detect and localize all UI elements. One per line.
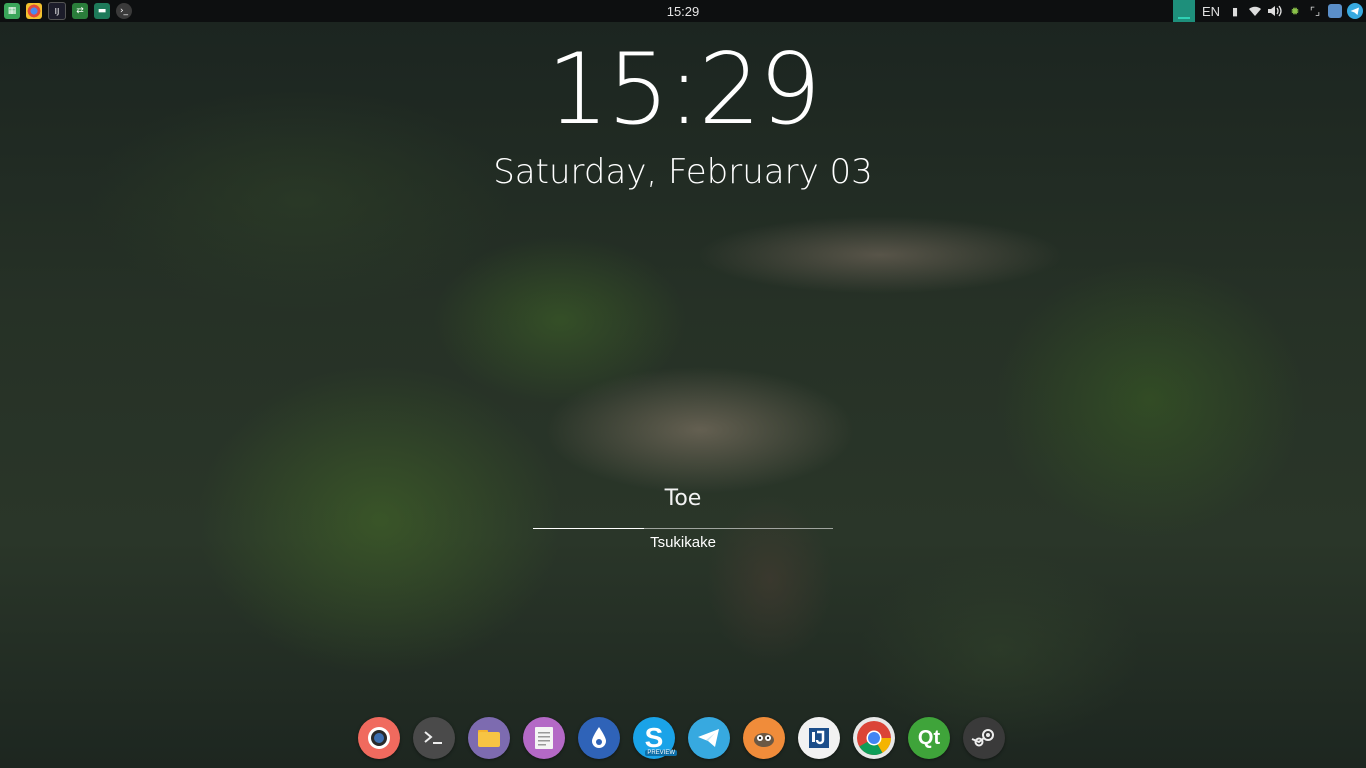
- top-panel: ▦ IJ ⇄ ▬ ›_ 15:29 EN ▮ ✹ ⌜⌟: [0, 0, 1366, 22]
- screenshot-app-icon[interactable]: [358, 717, 400, 759]
- steam-app-icon[interactable]: [963, 717, 1005, 759]
- system-tray: EN ▮ ✹ ⌜⌟: [1172, 0, 1366, 22]
- panel-launchers: ▦ IJ ⇄ ▬ ›_: [0, 2, 132, 20]
- files-icon[interactable]: ▬: [94, 3, 110, 19]
- password-progress: [533, 528, 644, 529]
- volume-icon[interactable]: [1267, 3, 1283, 19]
- jetbrains-app-icon[interactable]: [798, 717, 840, 759]
- lockscreen-date: Saturday, February 03: [493, 152, 873, 192]
- files-app-icon[interactable]: [468, 717, 510, 759]
- active-workspace-indicator[interactable]: [1172, 0, 1195, 22]
- lockscreen-time: 15:29: [546, 33, 821, 147]
- clipboard-icon[interactable]: ▮: [1227, 3, 1243, 19]
- notes-icon[interactable]: [1327, 3, 1343, 19]
- panel-clock[interactable]: 15:29: [667, 4, 700, 19]
- chrome-app-icon[interactable]: [853, 717, 895, 759]
- host-name: Tsukikake: [650, 534, 716, 551]
- calculator-icon[interactable]: ▦: [4, 3, 20, 19]
- drop-app-icon[interactable]: [578, 717, 620, 759]
- qt-app-icon[interactable]: Qt: [908, 717, 950, 759]
- keyboard-layout[interactable]: EN: [1202, 4, 1220, 19]
- user-name[interactable]: Toe: [0, 486, 1366, 511]
- telegram-app-icon[interactable]: [688, 717, 730, 759]
- terminal-app-icon[interactable]: [413, 717, 455, 759]
- jetbrains-icon[interactable]: IJ: [48, 2, 66, 20]
- telegram-icon[interactable]: [1347, 3, 1363, 19]
- screenshot-icon[interactable]: ⌜⌟: [1307, 3, 1323, 19]
- qt-label: Qt: [917, 726, 941, 749]
- gimp-app-icon[interactable]: [743, 717, 785, 759]
- network-icon[interactable]: ⇄: [72, 3, 88, 19]
- skype-preview-app-icon[interactable]: S PREVIEW: [633, 717, 677, 759]
- text-editor-app-icon[interactable]: [523, 717, 565, 759]
- skype-preview-label: PREVIEW: [645, 750, 677, 756]
- terminal-icon[interactable]: ›_: [116, 3, 132, 19]
- wifi-icon[interactable]: [1247, 3, 1263, 19]
- chrome-icon[interactable]: [26, 3, 42, 19]
- dock: S PREVIEW Qt: [358, 717, 1005, 759]
- update-icon[interactable]: ✹: [1287, 3, 1303, 19]
